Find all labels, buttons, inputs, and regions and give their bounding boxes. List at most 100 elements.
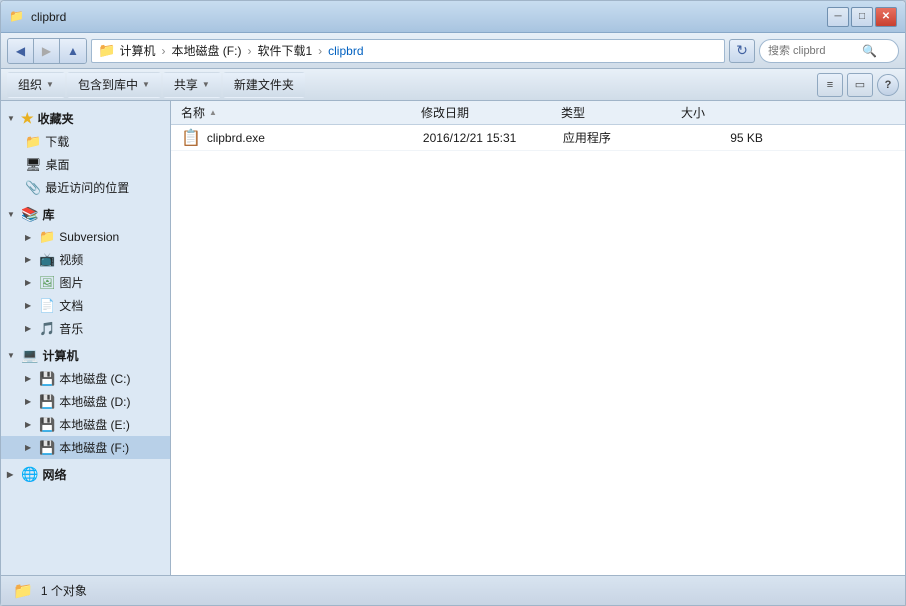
video-label: 视频 [59, 251, 83, 268]
desktop-icon: 🖥 [25, 157, 42, 173]
drive-d-label: 本地磁盘 (D:) [59, 393, 130, 410]
path-segment-drive: 本地磁盘 (F:) [171, 42, 241, 59]
col-size-label: 大小 [681, 104, 705, 121]
path-segment-current: clipbrd [328, 44, 363, 58]
network-expand-icon: ▶ [7, 470, 17, 479]
search-icon: 🔍 [862, 44, 877, 58]
computer-expand-icon: ▼ [7, 351, 17, 360]
view-button[interactable]: ≡ [817, 73, 843, 97]
window-title: clipbrd [31, 10, 66, 24]
sidebar-item-docs[interactable]: ▶ 📄 文档 [1, 294, 170, 317]
forward-button[interactable]: ▶ [34, 39, 60, 63]
col-header-size[interactable]: 大小 [677, 101, 757, 124]
sidebar-group-library: ▼ 📚 库 ▶ 📁 Subversion ▶ 📺 视频 ▶ 🖼 [1, 203, 170, 340]
sidebar-item-video[interactable]: ▶ 📺 视频 [1, 248, 170, 271]
drive-e-icon: 💾 [39, 417, 55, 433]
path-sep-3: › [318, 44, 322, 58]
close-button[interactable]: ✕ [875, 7, 897, 27]
sidebar-library-header[interactable]: ▼ 📚 库 [1, 203, 170, 226]
file-clipbrd-type: 应用程序 [563, 129, 683, 146]
minimize-button[interactable]: ─ [827, 7, 849, 27]
organize-label: 组织 [18, 76, 42, 93]
window-icon: 📁 [9, 9, 25, 25]
sidebar-item-music[interactable]: ▶ 🎵 音乐 [1, 317, 170, 340]
status-count: 1 个对象 [41, 582, 87, 599]
organize-arrow: ▼ [46, 80, 54, 89]
refresh-button[interactable]: ↻ [729, 39, 755, 63]
search-input[interactable] [768, 45, 858, 57]
favorites-star-icon: ★ [21, 110, 34, 127]
share-label: 共享 [174, 76, 198, 93]
drive-c-label: 本地磁盘 (C:) [59, 370, 130, 387]
up-button[interactable]: ▲ [60, 39, 86, 63]
computer-label: 计算机 [42, 347, 78, 364]
sidebar-group-computer: ▼ 💻 计算机 ▶ 💾 本地磁盘 (C:) ▶ 💾 本地磁盘 (D:) ▶ 💾 [1, 344, 170, 459]
search-box[interactable]: 🔍 [759, 39, 899, 63]
col-name-sort: ▲ [209, 108, 217, 117]
music-expand-icon: ▶ [25, 324, 35, 333]
sidebar-computer-header[interactable]: ▼ 💻 计算机 [1, 344, 170, 367]
sidebar-item-subversion[interactable]: ▶ 📁 Subversion [1, 226, 170, 248]
include-library-button[interactable]: 包含到库中 ▼ [67, 72, 161, 98]
sidebar-item-drive-c[interactable]: ▶ 💾 本地磁盘 (C:) [1, 367, 170, 390]
library-expand-icon: ▼ [7, 210, 17, 219]
file-clipbrd-size: 95 KB [683, 131, 763, 145]
music-label: 音乐 [59, 320, 83, 337]
main-content: ▼ ★ 收藏夹 📁 下载 🖥 桌面 📎 最近访问的位置 [1, 101, 905, 575]
share-arrow: ▼ [202, 80, 210, 89]
sidebar-item-drive-e[interactable]: ▶ 💾 本地磁盘 (E:) [1, 413, 170, 436]
network-icon: 🌐 [21, 466, 38, 483]
path-segment-computer: 计算机 [119, 42, 155, 59]
sidebar-group-network: ▶ 🌐 网络 [1, 463, 170, 486]
favorites-label: 收藏夹 [38, 110, 74, 127]
help-button[interactable]: ? [877, 74, 899, 96]
sidebar-favorites-header[interactable]: ▼ ★ 收藏夹 [1, 107, 170, 130]
recent-icon: 📎 [25, 180, 41, 196]
maximize-button[interactable]: □ [851, 7, 873, 27]
col-header-name[interactable]: 名称 ▲ [177, 101, 417, 124]
sidebar-item-desktop[interactable]: 🖥 桌面 [1, 153, 170, 176]
sidebar-item-drive-d[interactable]: ▶ 💾 本地磁盘 (D:) [1, 390, 170, 413]
computer-icon: 💻 [21, 347, 38, 364]
layout-button[interactable]: ▭ [847, 73, 873, 97]
title-bar-left: 📁 clipbrd [9, 9, 66, 25]
include-library-arrow: ▼ [142, 80, 150, 89]
docs-label: 文档 [59, 297, 83, 314]
downloads-icon: 📁 [25, 134, 41, 150]
images-icon: 🖼 [39, 275, 56, 291]
desktop-label: 桌面 [46, 156, 70, 173]
new-folder-button[interactable]: 新建文件夹 [223, 72, 305, 98]
subversion-expand-icon: ▶ [25, 233, 35, 242]
sidebar-item-recent[interactable]: 📎 最近访问的位置 [1, 176, 170, 199]
sidebar-group-favorites: ▼ ★ 收藏夹 📁 下载 🖥 桌面 📎 最近访问的位置 [1, 107, 170, 199]
sidebar-item-downloads[interactable]: 📁 下载 [1, 130, 170, 153]
path-folder-icon: 📁 [98, 42, 115, 59]
images-label: 图片 [60, 274, 84, 291]
new-folder-label: 新建文件夹 [234, 76, 294, 93]
sidebar-item-images[interactable]: ▶ 🖼 图片 [1, 271, 170, 294]
drive-c-expand-icon: ▶ [25, 374, 35, 383]
explorer-window: 📁 clipbrd ─ □ ✕ ◀ ▶ ▲ 📁 计算机 › 本地磁盘 (F:) … [0, 0, 906, 606]
drive-c-icon: 💾 [39, 371, 55, 387]
title-bar: 📁 clipbrd ─ □ ✕ [1, 1, 905, 33]
share-button[interactable]: 共享 ▼ [163, 72, 221, 98]
drive-e-label: 本地磁盘 (E:) [59, 416, 130, 433]
subversion-icon: 📁 [39, 229, 55, 245]
sidebar: ▼ ★ 收藏夹 📁 下载 🖥 桌面 📎 最近访问的位置 [1, 101, 171, 575]
images-expand-icon: ▶ [25, 278, 35, 287]
status-bar: 📁 1 个对象 [1, 575, 905, 605]
address-path[interactable]: 📁 计算机 › 本地磁盘 (F:) › 软件下载1 › clipbrd [91, 39, 725, 63]
status-folder-icon: 📁 [13, 581, 33, 601]
sidebar-network-header[interactable]: ▶ 🌐 网络 [1, 463, 170, 486]
subversion-label: Subversion [59, 230, 119, 244]
recent-label: 最近访问的位置 [45, 179, 129, 196]
sidebar-item-drive-f[interactable]: ▶ 💾 本地磁盘 (F:) [1, 436, 170, 459]
back-button[interactable]: ◀ [8, 39, 34, 63]
file-item-clipbrd[interactable]: 📋 clipbrd.exe 2016/12/21 15:31 应用程序 95 K… [171, 125, 905, 151]
network-label: 网络 [42, 466, 66, 483]
file-clipbrd-name: clipbrd.exe [207, 131, 423, 145]
toolbar: 组织 ▼ 包含到库中 ▼ 共享 ▼ 新建文件夹 ≡ ▭ ? [1, 69, 905, 101]
col-header-type[interactable]: 类型 [557, 101, 677, 124]
organize-button[interactable]: 组织 ▼ [7, 72, 65, 98]
col-header-date[interactable]: 修改日期 [417, 101, 557, 124]
